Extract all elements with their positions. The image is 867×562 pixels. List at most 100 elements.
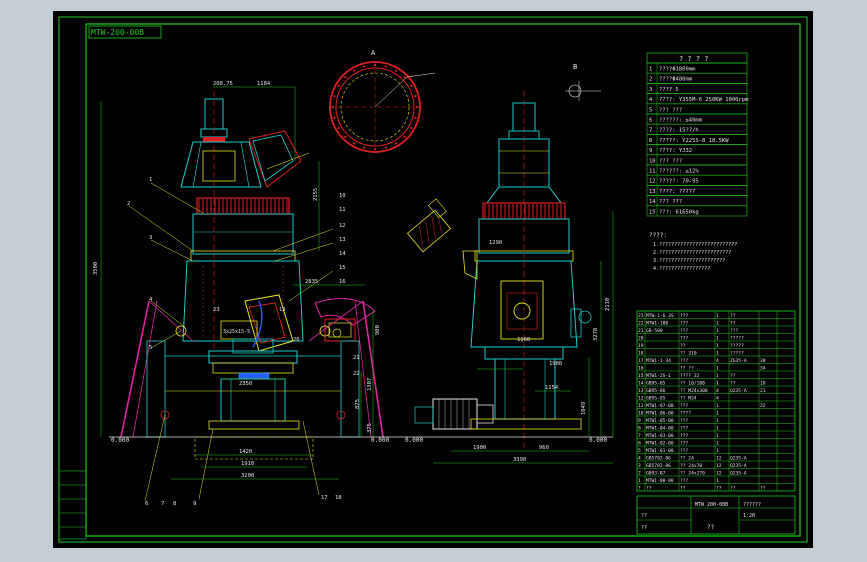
svg-text:1:20: 1:20 (743, 513, 755, 519)
parts-cell: ?? 10/100 (680, 381, 705, 387)
parts-cell: Q235-A (730, 388, 747, 394)
svg-text:B: B (573, 63, 577, 71)
spec-row-text: ????Φ480mm (659, 77, 693, 83)
parts-cell: 1 (716, 313, 719, 319)
part-callout: 2 (127, 201, 130, 207)
parts-cell: MTW-1-6.3S (646, 313, 674, 319)
parts-cell: 1 (716, 403, 719, 409)
parts-cell: ?? ?? (680, 366, 694, 372)
part-callout: 3 (149, 235, 152, 241)
part-callout: 21 (353, 355, 360, 361)
parts-cell: ?? (730, 321, 736, 327)
part-callout: 8 (173, 501, 176, 507)
parts-cell: ??? (680, 336, 689, 342)
parts-cell: MTW1-2S-1 (646, 373, 671, 379)
part-callout: 7 (161, 501, 164, 507)
parts-cell: ?? (730, 313, 736, 319)
spec-table-title: ? ? ? ? (679, 55, 709, 63)
parts-cell: 1 (716, 351, 719, 357)
parts-cell: 1 (638, 478, 641, 484)
parts-cell: ?? (730, 381, 736, 387)
spec-row-text: ??? ??? (659, 199, 682, 205)
svg-text:0.000: 0.000 (589, 437, 607, 444)
parts-cell: 12 (716, 456, 722, 462)
svg-text:208.75: 208.75 (213, 81, 233, 87)
svg-text:??????: ?????? (743, 502, 761, 508)
parts-cell: MTW1-06-00 (646, 411, 674, 417)
parts-cell: 1 (716, 448, 719, 454)
part-callout: 13 (339, 237, 346, 243)
svg-text:2110: 2110 (605, 298, 611, 311)
parts-cell: 12 (716, 463, 722, 469)
svg-text:3x25x15-5: 3x25x15-5 (223, 329, 250, 335)
parts-cell: GB5782-86 (646, 456, 671, 462)
svg-text:875: 875 (355, 399, 361, 409)
parts-cell: MTW1-00-08 (646, 478, 674, 484)
parts-cell: MTW1-04-00 (646, 426, 674, 432)
parts-cell: 1 (716, 321, 719, 327)
svg-text:2155: 2155 (313, 188, 319, 201)
svg-text:1154: 1154 (545, 385, 559, 391)
engineering-drawing: MTW-200-00B 3x25x15-5 0.000 0.000 123456… (58, 16, 808, 543)
parts-cell: 1 (716, 411, 719, 417)
part-callout: 15 (339, 265, 346, 271)
part-callout: 19 (279, 307, 286, 313)
spec-row-number: 13 (649, 189, 656, 195)
parts-cell: MTW1-07-00 (646, 403, 674, 409)
spec-row-number: 4 (649, 97, 653, 103)
spec-row-text: ????: Y355M-6 250KW 1000rpm (659, 97, 749, 103)
parts-cell: GB95-85 (646, 381, 666, 387)
side-view: 0.000 0.000 3390 1900 960 1290 1160 1154… (403, 91, 614, 464)
parts-cell: 1 (716, 426, 719, 432)
svg-text:375: 375 (367, 423, 373, 433)
parts-cell: 1 (716, 433, 719, 439)
svg-text:MTW 200-00B: MTW 200-00B (695, 502, 728, 508)
parts-cell: 3 (638, 463, 641, 469)
tech-notes-title: ????: (649, 232, 667, 239)
spec-row-text: ????Φ1800mm (659, 67, 696, 73)
svg-text:1160: 1160 (517, 337, 530, 343)
parts-cell: 7 (638, 433, 641, 439)
parts-cell: 2 (638, 471, 641, 477)
title-block: MTW 200-00B ?????? 1:20 ?? ?? ?? (636, 495, 796, 535)
drawing-number: MTW-200-00B (91, 28, 144, 37)
cad-model-space[interactable]: MTW-200-00B 3x25x15-5 0.000 0.000 1 2 3 … (53, 11, 813, 548)
svg-text:1900: 1900 (473, 445, 486, 451)
parts-cell: 1 (716, 381, 719, 387)
svg-text:2835: 2835 (305, 279, 318, 285)
parts-cell: 14 (638, 381, 644, 387)
parts-list: 23 MTW-1-6.3S??? 1 ??22 MTW1-100??? 1 ??21 GB-5… (636, 310, 796, 492)
tech-note-line: 3.?????????????????????? (653, 258, 725, 264)
parts-cell: ?? 310 (680, 351, 697, 357)
tech-notes: ????: 1.?????????????????????????? 2.????… (649, 232, 737, 272)
parts-cell: 17 (638, 358, 644, 364)
parts-cell: ?? M24 (680, 396, 697, 402)
tech-note-line: 4.????????????????? (653, 266, 710, 272)
tech-note-line: 1.?????????????????????????? (653, 242, 737, 248)
part-callout: 20 (293, 337, 300, 343)
parts-cell: MTW1-05-00 (646, 418, 674, 424)
svg-text:3200: 3200 (241, 473, 254, 479)
parts-cell: 22 (638, 321, 644, 327)
parts-cell: 4 (638, 456, 641, 462)
spec-row-text: ??? ??? (659, 107, 682, 113)
detail-inset (406, 198, 452, 253)
parts-cell: 18 (638, 351, 644, 357)
parts-cell: Q235-A (730, 456, 747, 462)
parts-cell: 16 (638, 366, 644, 372)
part-callout: 9 (193, 501, 196, 507)
view-a-section: A (329, 49, 436, 153)
parts-cell: 15 (638, 373, 644, 379)
parts-cell: 1 (716, 366, 719, 372)
parts-cell: 11 (638, 403, 644, 409)
svg-text:3500: 3500 (93, 262, 99, 275)
part-callout: 12 (339, 223, 346, 229)
parts-cell: ZG35-A (730, 358, 747, 364)
parts-cell: ?? 24x270 (680, 471, 705, 477)
svg-text:0.000: 0.000 (371, 437, 389, 444)
svg-text:0.000: 0.000 (111, 437, 129, 444)
parts-cell: ??? (680, 418, 689, 424)
parts-cell: GB5782-86 (646, 463, 671, 469)
parts-cell: ??? (680, 321, 689, 327)
svg-text:0.000: 0.000 (405, 437, 423, 444)
